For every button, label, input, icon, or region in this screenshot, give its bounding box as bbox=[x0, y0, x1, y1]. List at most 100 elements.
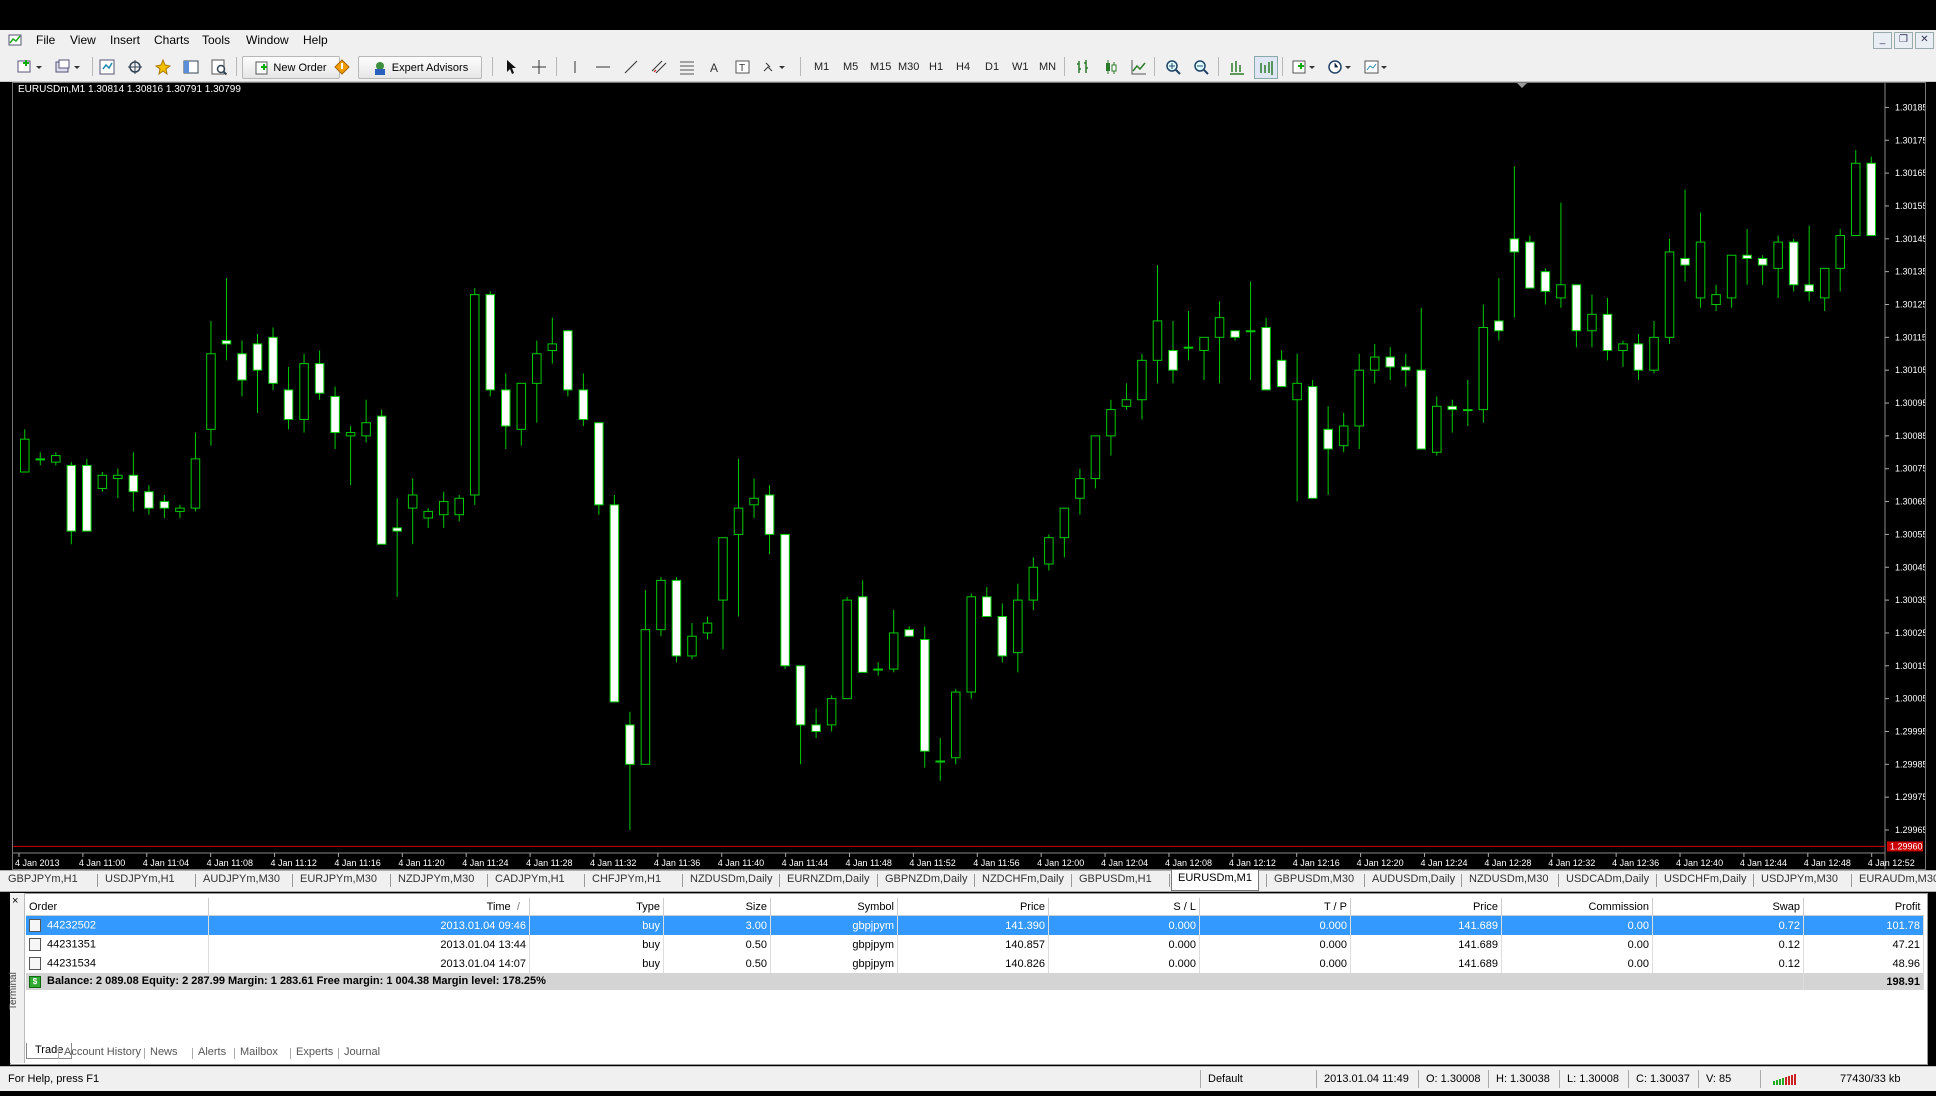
menu-tools[interactable]: Tools bbox=[202, 33, 230, 47]
chart-tab[interactable]: NZDCHFm,Daily bbox=[982, 873, 1064, 885]
chart-tab[interactable]: USDJPYm,M30 bbox=[1761, 873, 1838, 885]
new-chart-icon[interactable] bbox=[14, 56, 46, 77]
col-size[interactable]: Size bbox=[663, 898, 771, 916]
equidistant-channel-icon[interactable] bbox=[648, 56, 670, 77]
restore-icon[interactable]: ❐ bbox=[1894, 32, 1913, 49]
fibonacci-icon[interactable] bbox=[676, 56, 698, 77]
text-label-icon[interactable]: T bbox=[732, 56, 754, 77]
terminal-close-icon[interactable]: × bbox=[12, 895, 18, 907]
chart-tab[interactable]: CHFJPYm,H1 bbox=[592, 873, 661, 885]
chart-tab[interactable]: AUDUSDm,Daily bbox=[1372, 873, 1455, 885]
candle-body bbox=[764, 494, 775, 535]
horizontal-line-icon[interactable] bbox=[592, 56, 614, 77]
chart-shift-icon[interactable] bbox=[1254, 56, 1278, 79]
candle-body bbox=[1633, 343, 1644, 371]
cursor-icon[interactable] bbox=[500, 56, 522, 77]
timeframe-m15[interactable]: M15 bbox=[870, 56, 891, 77]
timeframe-h4[interactable]: H4 bbox=[956, 56, 970, 77]
zoom-in-icon[interactable] bbox=[1162, 56, 1184, 77]
strategy-tester-icon[interactable] bbox=[208, 56, 230, 77]
order-row[interactable]: 44231351 2013.01.04 13:44 buy 0.50 gbpjpym 14… bbox=[26, 935, 1924, 954]
terminal-icon[interactable] bbox=[180, 56, 202, 77]
vertical-line-icon[interactable] bbox=[564, 56, 586, 77]
arrows-icon[interactable] bbox=[760, 56, 790, 77]
candle-body bbox=[469, 294, 480, 496]
col-sl[interactable]: S / L bbox=[1048, 898, 1200, 916]
chart-tab[interactable]: USDCADm,Daily bbox=[1566, 873, 1649, 885]
menu-file[interactable]: File bbox=[36, 33, 55, 47]
price-chart[interactable]: 1.30185 1.30175 1.30165 1.30155 1.30145 1.301… bbox=[12, 82, 1928, 870]
chart-tab[interactable]: EURAUDm,M30 bbox=[1859, 873, 1936, 885]
auto-scroll-icon[interactable] bbox=[1226, 56, 1248, 77]
terminal-tab-experts[interactable]: Experts bbox=[296, 1046, 333, 1058]
terminal-tab-mailbox[interactable]: Mailbox bbox=[240, 1046, 278, 1058]
minimize-icon[interactable]: _ bbox=[1873, 32, 1892, 49]
menu-window[interactable]: Window bbox=[246, 33, 289, 47]
timeframe-m1[interactable]: M1 bbox=[814, 56, 829, 77]
terminal-tab-journal[interactable]: Journal bbox=[344, 1046, 380, 1058]
chart-tab[interactable]: EURJPYm,M30 bbox=[300, 873, 377, 885]
chart-tab[interactable]: USDJPYm,H1 bbox=[105, 873, 175, 885]
col-commission[interactable]: Commission bbox=[1501, 898, 1653, 916]
chart-tab[interactable]: GBPNZDm,Daily bbox=[885, 873, 968, 885]
col-type[interactable]: Type bbox=[529, 898, 664, 916]
menu-charts[interactable]: Charts bbox=[154, 33, 189, 47]
profiles-icon[interactable] bbox=[52, 56, 84, 77]
menu-help[interactable]: Help bbox=[303, 33, 328, 47]
templates-icon[interactable] bbox=[1362, 56, 1392, 77]
bar-chart-icon[interactable] bbox=[1072, 56, 1094, 77]
timeframe-h1[interactable]: H1 bbox=[929, 56, 943, 77]
terminal-tab-alerts[interactable]: Alerts bbox=[198, 1046, 226, 1058]
metaeditor-icon[interactable] bbox=[331, 56, 353, 77]
col-tp[interactable]: T / P bbox=[1199, 898, 1351, 916]
market-watch-icon[interactable] bbox=[96, 56, 118, 77]
line-chart-icon[interactable] bbox=[1128, 56, 1150, 77]
new-order-button[interactable]: New Order bbox=[242, 56, 340, 79]
chart-tab[interactable]: EURNZDm,Daily bbox=[787, 873, 870, 885]
navigator-icon[interactable] bbox=[152, 56, 174, 77]
periods-icon[interactable] bbox=[1326, 56, 1356, 77]
x-tick-label: 4 Jan 11:28 bbox=[526, 858, 572, 868]
timeframe-m30[interactable]: M30 bbox=[898, 56, 919, 77]
chart-tab[interactable]: NZDJPYm,M30 bbox=[398, 873, 474, 885]
crosshair-icon[interactable] bbox=[528, 56, 550, 77]
trendline-icon[interactable] bbox=[620, 56, 642, 77]
chart-tab[interactable]: EURUSDm,M1 bbox=[1171, 870, 1259, 891]
timeframe-w1[interactable]: W1 bbox=[1012, 56, 1029, 77]
status-profile[interactable]: Default bbox=[1208, 1073, 1243, 1085]
timeframe-mn[interactable]: MN bbox=[1039, 56, 1056, 77]
timeframe-m5[interactable]: M5 bbox=[843, 56, 858, 77]
col-order[interactable]: Order bbox=[26, 898, 209, 916]
menu-insert[interactable]: Insert bbox=[110, 33, 140, 47]
order-swap: 0.72 bbox=[1652, 915, 1804, 935]
terminal-tab-news[interactable]: News bbox=[150, 1046, 178, 1058]
chart-tab[interactable]: AUDJPYm,M30 bbox=[203, 873, 280, 885]
col-time[interactable]: Time / bbox=[208, 898, 530, 916]
col-profit[interactable]: Profit bbox=[1803, 898, 1924, 916]
indicators-icon[interactable] bbox=[1290, 56, 1320, 77]
text-icon[interactable]: A bbox=[704, 56, 726, 77]
chart-tab[interactable]: NZDUSDm,M30 bbox=[1469, 873, 1548, 885]
col-swap[interactable]: Swap bbox=[1652, 898, 1804, 916]
chart-tab[interactable]: GBPJPYm,H1 bbox=[8, 873, 78, 885]
order-row[interactable]: 44232502 2013.01.04 09:46 buy 3.00 gbpjpym 14… bbox=[26, 915, 1924, 935]
menu-view[interactable]: View bbox=[70, 33, 96, 47]
col-current-price[interactable]: Price bbox=[1350, 898, 1502, 916]
col-price[interactable]: Price bbox=[897, 898, 1049, 916]
chart-tab[interactable]: GBPUSDm,H1 bbox=[1079, 873, 1152, 885]
expert-advisors-button[interactable]: Expert Advisors bbox=[358, 56, 482, 79]
candlestick-icon[interactable] bbox=[1100, 56, 1122, 77]
timeframe-d1[interactable]: D1 bbox=[985, 56, 999, 77]
zoom-out-icon[interactable] bbox=[1190, 56, 1212, 77]
chart-tab[interactable]: USDCHFm,Daily bbox=[1664, 873, 1747, 885]
terminal-tab-account-history[interactable]: Account History bbox=[64, 1046, 141, 1058]
candle-body bbox=[1323, 428, 1333, 450]
chart-tab[interactable]: GBPUSDm,M30 bbox=[1274, 873, 1354, 885]
chart-tab[interactable]: CADJPYm,H1 bbox=[495, 873, 565, 885]
data-window-icon[interactable] bbox=[124, 56, 146, 77]
chart-tab[interactable]: NZDUSDm,Daily bbox=[690, 873, 773, 885]
order-row[interactable]: 44231534 2013.01.04 14:07 buy 0.50 gbpjpym 14… bbox=[26, 954, 1924, 973]
app-icon[interactable] bbox=[8, 33, 22, 50]
close-icon[interactable]: ✕ bbox=[1915, 32, 1934, 49]
col-symbol[interactable]: Symbol bbox=[770, 898, 898, 916]
